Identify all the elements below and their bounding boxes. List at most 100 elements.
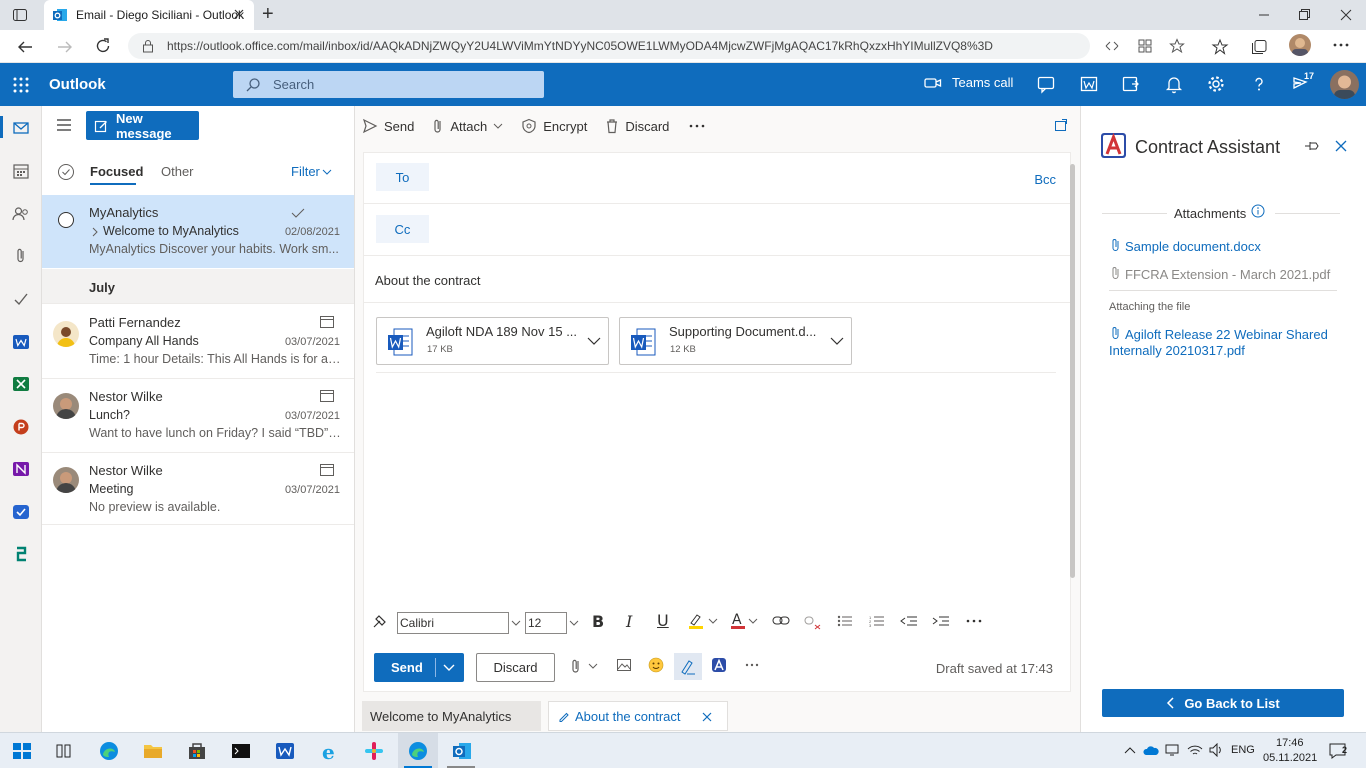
tab-other[interactable]: Other [161,164,194,179]
favorite-add-icon[interactable] [1169,38,1185,54]
mail-icon[interactable] [11,118,31,138]
contract-assistant-addin-icon[interactable] [712,658,726,672]
popout-icon[interactable] [1054,118,1068,132]
underline-icon[interactable]: U [657,611,669,630]
edge-running-icon[interactable] [406,739,430,763]
thread-chevron-icon[interactable] [91,227,99,237]
message-row-patti[interactable]: Patti Fernandez Company All Hands 03/07/… [42,305,354,379]
bold-icon[interactable]: B [592,612,604,631]
encrypt-command[interactable]: Encrypt [521,118,587,134]
task-view-icon[interactable] [52,739,76,763]
url-text[interactable]: https://outlook.office.com/mail/inbox/id… [167,39,993,53]
message-row-nestor-lunch[interactable]: Nestor Wilke Lunch? 03/07/2021 Want to h… [42,379,354,453]
bullet-list-icon[interactable] [837,615,853,627]
send-options-chevron-icon[interactable] [443,663,455,672]
apps-icon[interactable] [1137,38,1153,54]
attachment-card-1[interactable]: Agiloft NDA 189 Nov 15 ... 17 KB [376,317,609,365]
account-avatar[interactable] [1330,70,1359,99]
send-command[interactable]: Send [362,118,414,134]
close-panel-icon[interactable] [1334,139,1348,153]
compose-scrollbar[interactable] [1070,164,1075,578]
new-tab-button[interactable]: + [262,3,274,26]
italic-icon[interactable]: I [626,612,632,631]
minimize-icon[interactable] [1257,8,1271,22]
clock-time[interactable]: 17:46 [1276,737,1304,749]
format-painter-icon[interactable] [372,613,388,629]
insert-picture-icon[interactable] [616,658,632,672]
forward-arrow-icon[interactable] [56,38,74,56]
file-explorer-icon[interactable] [141,739,165,763]
subject-field[interactable]: About the contract [375,273,481,288]
clock-date[interactable]: 05.11.2021 [1263,752,1317,764]
feedback-icon[interactable] [1036,74,1058,96]
editor-icon[interactable] [674,653,702,680]
favorites-icon[interactable] [1211,38,1229,56]
internet-explorer-icon[interactable]: e [318,739,342,763]
restore-icon[interactable] [1297,8,1311,22]
search-box[interactable]: Search [233,71,544,98]
onedrive-cloud-icon[interactable] [1143,744,1159,756]
windows-start-icon[interactable] [10,739,34,763]
browser-menu-icon[interactable] [1332,42,1350,48]
more-commands-icon[interactable] [689,124,705,128]
attach-file-icon[interactable] [571,658,599,674]
decrease-indent-icon[interactable] [900,615,918,627]
more-formatting-icon[interactable] [966,619,982,623]
more-options-icon[interactable] [745,663,759,667]
cc-button[interactable]: Cc [376,215,429,243]
meeting-calendar-icon[interactable] [319,315,335,329]
sway-app-icon[interactable] [11,544,31,564]
font-color-icon[interactable]: A [729,611,763,631]
meeting-calendar-icon[interactable] [319,389,335,403]
show-hidden-icons-chevron-icon[interactable] [1124,746,1136,754]
attachment-menu-chevron-icon[interactable] [587,336,601,346]
to-button[interactable]: To [376,163,429,191]
files-attach-icon[interactable] [11,246,31,266]
input-language[interactable]: ENG [1231,744,1255,756]
bell-icon[interactable] [1164,74,1186,96]
row-select-circle-icon[interactable] [57,211,75,229]
todo-app-icon[interactable] [11,502,31,522]
highlight-icon[interactable] [687,612,721,630]
increase-indent-icon[interactable] [932,615,950,627]
reading-view-icon[interactable] [1104,39,1120,53]
help-icon[interactable] [1249,74,1271,96]
app-launcher-icon[interactable] [13,77,29,93]
tab-focused[interactable]: Focused [90,164,143,179]
go-back-to-list-button[interactable]: Go Back to List [1102,689,1344,717]
word-taskbar-icon[interactable] [273,739,297,763]
select-all-circle-icon[interactable] [57,163,75,181]
app-name[interactable]: Outlook [49,76,106,93]
collections-icon[interactable] [1250,38,1268,56]
tab-actions-icon[interactable] [12,7,28,23]
store-icon[interactable] [185,739,209,763]
bcc-button[interactable]: Bcc [1034,172,1056,187]
people-icon[interactable] [11,204,31,224]
addin-attachment-item[interactable]: FFCRA Extension - March 2021.pdf [1125,267,1330,282]
font-name-field[interactable]: Calibri [397,612,509,634]
outlook-taskbar-icon[interactable] [450,739,474,763]
wifi-icon[interactable] [1187,743,1203,757]
search-placeholder[interactable]: Search [273,77,314,92]
excel-app-icon[interactable] [11,374,31,394]
profile-avatar[interactable] [1289,34,1311,56]
volume-icon[interactable] [1208,743,1224,757]
slack-icon[interactable] [362,739,386,763]
message-row-nestor-meeting[interactable]: Nestor Wilke Meeting 03/07/2021 No previ… [42,453,354,525]
attaching-file-line-2[interactable]: Internally 20210317.pdf [1109,343,1245,358]
discard-button[interactable]: Discard [476,653,555,682]
message-body[interactable] [364,375,1062,597]
filter-chevron-icon[interactable] [322,168,332,176]
addin-attachment-item[interactable]: Sample document.docx [1125,239,1261,254]
attaching-file-line-1[interactable]: Agiloft Release 22 Webinar Shared [1125,327,1328,342]
bottom-tab-welcome[interactable]: Welcome to MyAnalytics [362,701,541,731]
back-arrow-icon[interactable] [16,38,34,56]
todo-check-icon[interactable] [11,289,31,309]
bottom-tab-contract[interactable]: About the contract [548,701,728,731]
word-app-icon[interactable] [11,332,31,352]
network-icon[interactable] [1165,744,1181,756]
powerpoint-app-icon[interactable] [11,417,31,437]
pin-icon[interactable] [1304,139,1320,153]
message-row-myanalytics[interactable]: MyAnalytics Welcome to MyAnalytics 02/08… [42,195,354,268]
lock-icon[interactable] [142,39,154,53]
